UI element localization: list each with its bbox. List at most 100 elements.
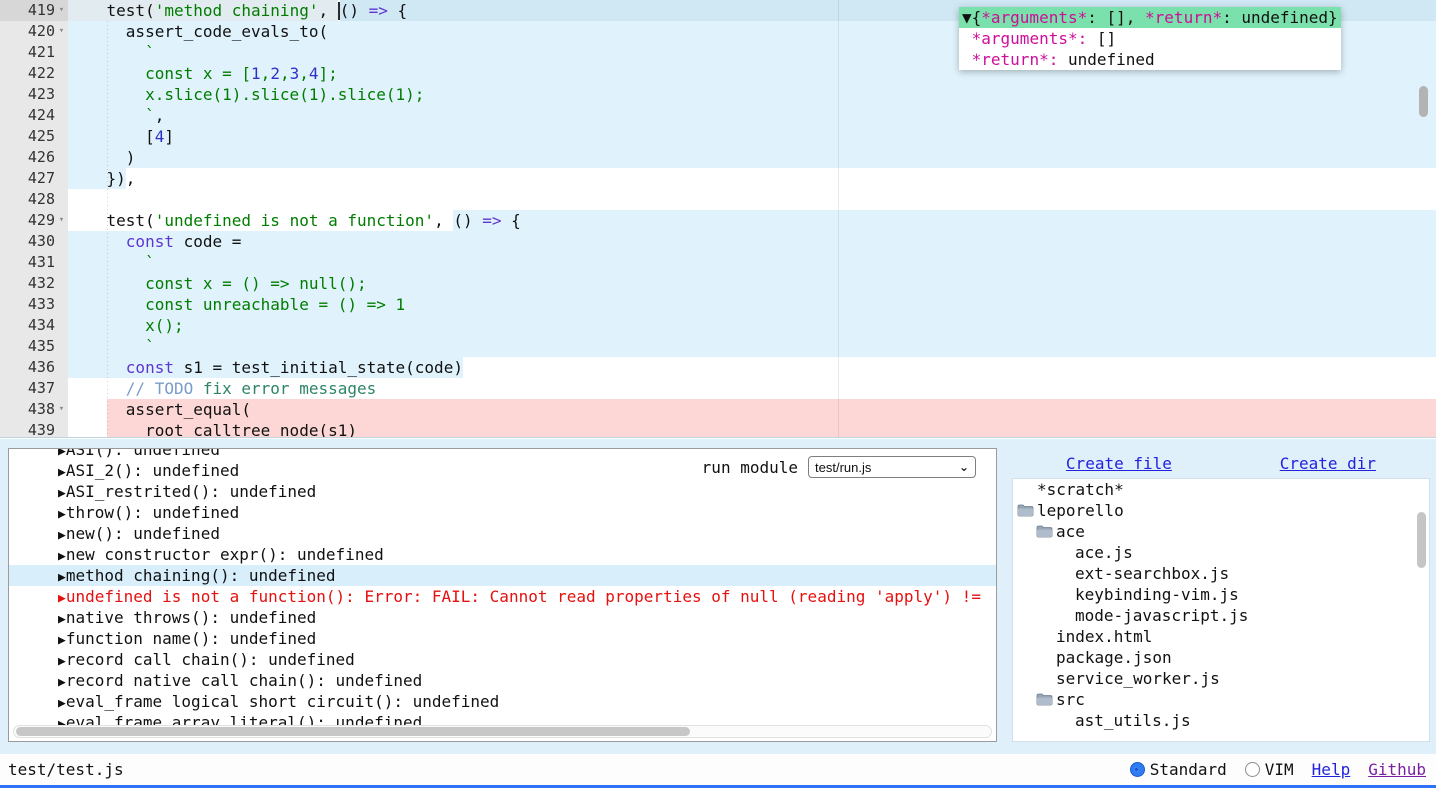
fold-caret-icon[interactable]: ▾ — [55, 210, 68, 231]
tree-file[interactable]: service_worker.js — [1013, 668, 1429, 689]
tree-folder[interactable]: src — [1013, 689, 1429, 710]
test-result-item[interactable]: ▶function name(): undefined — [9, 628, 996, 649]
code-token: () — [453, 210, 482, 231]
code-line-fill — [405, 294, 1436, 315]
expand-triangle-icon[interactable]: ▶ — [58, 675, 66, 690]
code-token: *arguments*: — [972, 29, 1088, 48]
gutter-line: 428 — [0, 189, 68, 210]
test-result-item[interactable]: ▶native throws(): undefined — [9, 607, 996, 628]
test-result-item[interactable]: ▶new constructor expr(): undefined — [9, 544, 996, 565]
expand-triangle-icon[interactable]: ▶ — [58, 612, 66, 627]
test-result-item[interactable]: ▶new(): undefined — [9, 523, 996, 544]
create-file-link[interactable]: Create file — [1066, 454, 1172, 473]
code-line[interactable]: const x = () => null(); — [68, 273, 1436, 294]
tree-file[interactable]: package.json — [1013, 647, 1429, 668]
test-result-item[interactable]: ▶record native call chain(): undefined — [9, 670, 996, 691]
code-token: => — [369, 0, 388, 21]
help-link[interactable]: Help — [1312, 760, 1351, 779]
line-number: 439 — [28, 420, 55, 438]
code-line[interactable]: ` — [68, 336, 1436, 357]
code-line[interactable]: [4] — [68, 126, 1436, 147]
tree-file[interactable]: *scratch* — [1013, 479, 1429, 500]
fold-caret-icon[interactable]: ▾ — [55, 21, 68, 42]
radio-selected-icon[interactable] — [1130, 762, 1145, 777]
code-token: , — [261, 63, 271, 84]
expand-triangle-icon[interactable]: ▶ — [58, 507, 66, 522]
code-line[interactable]: const s1 = test_initial_state(code) — [68, 357, 1436, 378]
test-result-item[interactable]: ▶record call chain(): undefined — [9, 649, 996, 670]
tooltip-entry[interactable]: *return*: undefined — [959, 49, 1341, 70]
code-line[interactable]: test('undefined is not a function', () =… — [68, 210, 1436, 231]
tree-file[interactable]: ast_utils.js — [1013, 710, 1429, 731]
code-token: const x = () => null(); — [68, 273, 367, 294]
tree-vertical-scrollbar[interactable] — [1417, 512, 1426, 568]
tooltip-entry[interactable]: *arguments*: [] — [959, 28, 1341, 49]
run-module-select[interactable]: test/run.js ⌄ — [808, 456, 976, 478]
test-result-item[interactable]: ▶method chaining(): undefined — [9, 565, 996, 586]
code-line-fill — [68, 189, 1436, 210]
code-line[interactable]: const unreachable = () => 1 — [68, 294, 1436, 315]
gutter-line: 420▾ — [0, 21, 68, 42]
editor-vertical-scrollbar[interactable] — [1419, 86, 1428, 117]
bottom-area: ▶ASI(): undefined▶ASI_2(): undefined▶ASI… — [0, 439, 1436, 754]
tree-folder[interactable]: ace — [1013, 521, 1429, 542]
code-line[interactable]: }), — [68, 168, 1436, 189]
indent-guide — [107, 21, 108, 438]
code-token: test( — [68, 210, 155, 231]
line-number: 420 — [28, 21, 55, 42]
code-line[interactable]: x(); — [68, 315, 1436, 336]
tree-file[interactable]: keybinding-vim.js — [1013, 584, 1429, 605]
keybinding-mode-option[interactable]: VIM — [1245, 760, 1294, 779]
expand-triangle-icon[interactable]: ▶ — [58, 448, 66, 459]
expand-triangle-icon[interactable]: ▶ — [58, 486, 66, 501]
test-result-item[interactable]: ▶eval_frame logical short circuit(): und… — [9, 691, 996, 712]
test-result-item[interactable]: ▶ASI_restrited(): undefined — [9, 481, 996, 502]
tooltip-header[interactable]: ▼{*arguments*: [], *return*: undefined} — [959, 7, 1341, 28]
code-line[interactable]: ` — [68, 252, 1436, 273]
tree-file[interactable]: ext-searchbox.js — [1013, 563, 1429, 584]
code-line[interactable]: const code = — [68, 231, 1436, 252]
code-token — [68, 420, 107, 438]
code-line[interactable] — [68, 189, 1436, 210]
expand-triangle-icon[interactable]: ▶ — [58, 528, 66, 543]
expand-triangle-icon[interactable]: ▶ — [58, 465, 66, 480]
line-number: 438 — [28, 399, 55, 420]
github-link[interactable]: Github — [1368, 760, 1426, 779]
code-line[interactable]: assert_equal( — [68, 399, 1436, 420]
tree-file[interactable]: index.html — [1013, 626, 1429, 647]
fold-caret-icon[interactable]: ▾ — [55, 0, 68, 21]
expand-triangle-icon[interactable]: ▶ — [58, 654, 66, 669]
gutter-line: 435 — [0, 336, 68, 357]
create-dir-link[interactable]: Create dir — [1280, 454, 1376, 473]
code-line[interactable]: x.slice(1).slice(1).slice(1); — [68, 84, 1436, 105]
expand-triangle-icon[interactable]: ▶ — [58, 570, 66, 585]
radio-unselected-icon[interactable] — [1245, 762, 1260, 777]
expand-triangle-icon[interactable]: ▶ — [58, 591, 66, 606]
tree-file[interactable]: mode-javascript.js — [1013, 605, 1429, 626]
expand-triangle-icon[interactable]: ▶ — [58, 696, 66, 711]
code-token: : [], — [1087, 8, 1145, 27]
code-line[interactable]: // TODO fix error messages — [68, 378, 1436, 399]
expand-triangle-icon[interactable]: ▶ — [58, 633, 66, 648]
code-editor[interactable]: 419▾420▾421422423424425426427428429▾4304… — [0, 0, 1436, 438]
fold-caret-icon[interactable]: ▾ — [55, 399, 68, 420]
test-result-label: ASI_2(): undefined — [66, 461, 239, 480]
code-line[interactable]: `, — [68, 105, 1436, 126]
tree-file[interactable]: ace.js — [1013, 542, 1429, 563]
code-token: , — [280, 63, 290, 84]
results-scrollbar-thumb[interactable] — [16, 727, 690, 736]
code-line[interactable]: root_calltree_node(s1) — [68, 420, 1436, 438]
code-line-fill — [155, 252, 1436, 273]
tree-folder[interactable]: leporello — [1013, 500, 1429, 521]
test-result-item[interactable]: ▶undefined is not a function(): Error: F… — [9, 586, 996, 607]
value-inspector-tooltip[interactable]: ▼{*arguments*: [], *return*: undefined} … — [959, 7, 1341, 70]
code-token: ` — [68, 252, 155, 273]
line-number: 425 — [28, 126, 55, 147]
code-line[interactable]: ) — [68, 147, 1436, 168]
test-result-item[interactable]: ▶throw(): undefined — [9, 502, 996, 523]
keybinding-mode-option[interactable]: Standard — [1130, 760, 1227, 779]
code-token: fix error messages — [193, 378, 376, 399]
expand-triangle-icon[interactable]: ▶ — [58, 549, 66, 564]
results-horizontal-scrollbar[interactable] — [13, 725, 992, 738]
line-number: 426 — [28, 147, 55, 168]
